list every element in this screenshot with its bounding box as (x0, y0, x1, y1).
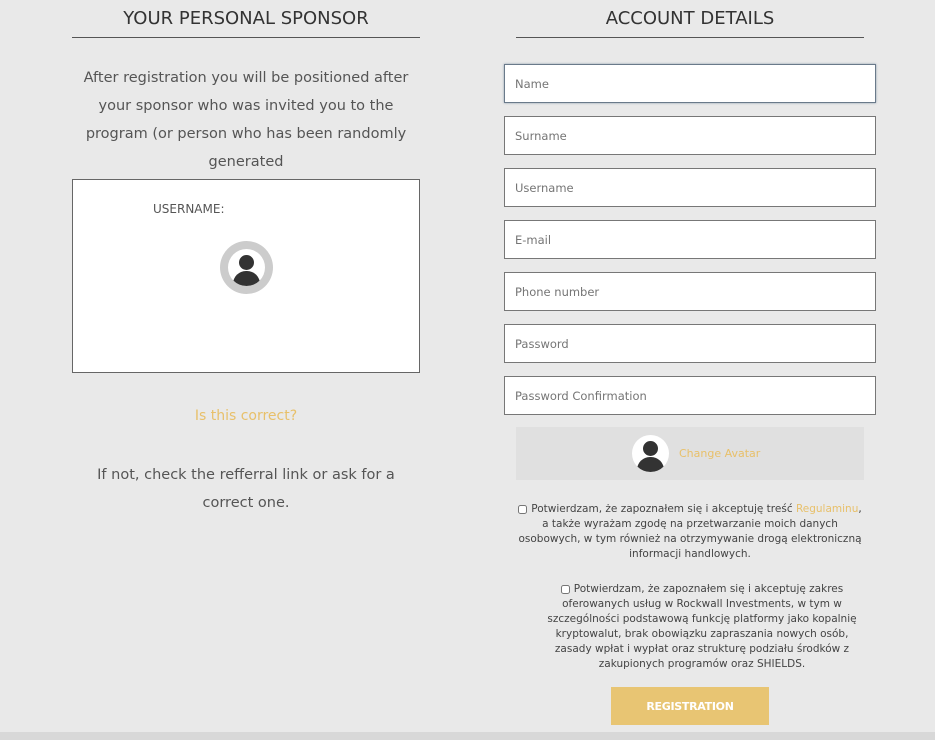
password-input[interactable] (504, 324, 876, 363)
consent-services-checkbox[interactable] (560, 584, 570, 594)
account-heading: ACCOUNT DETAILS (516, 8, 864, 38)
sponsor-card: USERNAME: (72, 179, 420, 373)
name-input[interactable] (504, 64, 876, 103)
if-not-text: If not, check the refferral link or ask … (97, 467, 395, 511)
surname-input[interactable] (504, 116, 876, 155)
sponsor-heading: YOUR PERSONAL SPONSOR (72, 8, 420, 38)
sponsor-intro: After registration you will be positione… (83, 70, 409, 170)
change-avatar-area[interactable]: Change Avatar (516, 427, 864, 480)
footer-strip (0, 732, 935, 740)
username-label: USERNAME: (153, 202, 225, 216)
is-correct-text: Is this correct? (194, 408, 298, 424)
consent-services: Potwierdzam, że zapoznałem się i akceptu… (547, 583, 857, 670)
password-confirmation-input[interactable] (504, 376, 876, 415)
email-input[interactable] (504, 220, 876, 259)
user-icon (632, 435, 669, 472)
user-icon (228, 249, 265, 286)
registration-button[interactable]: REGISTRATION (611, 687, 769, 725)
phone-input[interactable] (504, 272, 876, 311)
consent-terms: Potwierdzam, że zapoznałem się i akceptu… (518, 503, 862, 560)
consent-terms-checkbox[interactable] (518, 504, 528, 514)
terms-link[interactable]: Regulaminu (796, 503, 858, 515)
username-input[interactable] (504, 168, 876, 207)
avatar (220, 241, 273, 294)
change-avatar-link[interactable]: Change Avatar (679, 447, 760, 460)
